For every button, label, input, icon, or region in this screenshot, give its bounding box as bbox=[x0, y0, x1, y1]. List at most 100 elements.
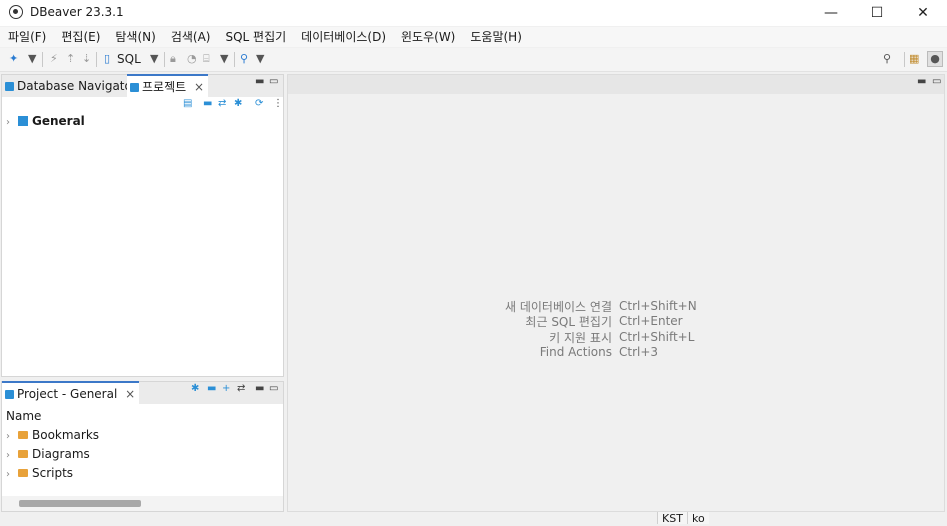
window-title: DBeaver 23.3.1 bbox=[30, 5, 124, 19]
sql-editor-icon[interactable]: ▯ bbox=[104, 52, 110, 66]
lock-icon[interactable]: 🔒︎ bbox=[170, 52, 176, 66]
tree-item-general[interactable]: › General bbox=[6, 112, 85, 130]
status-bar bbox=[0, 512, 947, 524]
perspective-icon[interactable]: ● bbox=[927, 51, 943, 67]
editor-tab-bar bbox=[288, 75, 944, 94]
menu-file[interactable]: 파일(F) bbox=[0, 27, 53, 47]
global-search-icon[interactable]: ⚲ bbox=[883, 52, 891, 66]
configure-icon[interactable]: ✱ bbox=[191, 383, 199, 394]
chevron-down-icon[interactable]: ▼ bbox=[28, 52, 36, 66]
scripts-folder-icon bbox=[18, 469, 28, 477]
link-editor-icon[interactable]: ⇄ bbox=[218, 98, 226, 109]
chevron-down-icon[interactable]: ▼ bbox=[256, 52, 264, 66]
hint-recent-sql-editor-shortcut: Ctrl+Enter bbox=[619, 314, 683, 328]
minimize-panel-icon[interactable]: ▬ bbox=[255, 76, 264, 87]
hint-show-key-assist: 키 지원 표시 bbox=[549, 331, 612, 345]
menu-help[interactable]: 도움말(H) bbox=[462, 27, 529, 47]
chevron-right-icon[interactable]: › bbox=[6, 447, 18, 465]
navigator-tab-bar: Database Navigator 프로젝트 × ▬ ▭ bbox=[2, 74, 283, 98]
editor-area: ▬ ▭ bbox=[287, 74, 945, 512]
tab-label: 프로젝트 bbox=[142, 80, 187, 94]
status-locale[interactable]: ko bbox=[687, 512, 709, 525]
tree-item-label: General bbox=[32, 114, 85, 128]
minimize-panel-icon[interactable]: ▬ bbox=[255, 383, 264, 394]
close-window-button[interactable]: ✕ bbox=[900, 0, 946, 26]
configure-icon[interactable]: ✱ bbox=[234, 98, 242, 109]
menu-navigate[interactable]: 탐색(N) bbox=[107, 27, 162, 47]
chevron-right-icon[interactable]: › bbox=[6, 114, 18, 132]
disconnect-icon[interactable]: ⚡ bbox=[50, 52, 58, 66]
list-item-label: Diagrams bbox=[32, 447, 90, 461]
maximize-panel-icon[interactable]: ▭ bbox=[269, 383, 278, 394]
menu-bar: 파일(F) 편집(E) 탐색(N) 검색(A) SQL 편집기 데이터베이스(D… bbox=[0, 27, 947, 47]
preferences-icon[interactable]: ▦ bbox=[909, 52, 919, 66]
toolbar-separator bbox=[96, 52, 97, 67]
chevron-right-icon[interactable]: › bbox=[6, 428, 18, 446]
scrollbar-thumb[interactable] bbox=[19, 500, 141, 507]
hint-new-connection-shortcut: Ctrl+Shift+N bbox=[619, 299, 697, 313]
project-icon bbox=[5, 390, 14, 399]
menu-database[interactable]: 데이터베이스(D) bbox=[293, 27, 393, 47]
new-project-icon[interactable]: ▤ bbox=[183, 98, 192, 109]
list-item-label: Bookmarks bbox=[32, 428, 100, 442]
hint-show-key-assist-shortcut: Ctrl+Shift+L bbox=[619, 330, 695, 344]
toolbar-separator bbox=[234, 52, 235, 67]
hint-find-actions-shortcut: Ctrl+3 bbox=[619, 345, 659, 359]
minimize-button[interactable]: — bbox=[808, 0, 854, 26]
toolbar-separator bbox=[42, 52, 43, 67]
new-connection-icon[interactable]: ✦ bbox=[9, 52, 18, 66]
maximize-button[interactable]: ☐ bbox=[854, 0, 900, 26]
toolbar-separator bbox=[164, 52, 165, 67]
maximize-editor-icon[interactable]: ▭ bbox=[932, 76, 941, 87]
tab-database-navigator[interactable]: Database Navigator bbox=[2, 75, 141, 97]
hint-find-actions: Find Actions bbox=[539, 345, 612, 359]
tab-label: Project - General bbox=[17, 387, 118, 401]
diagrams-folder-icon bbox=[18, 450, 28, 458]
menu-edit[interactable]: 편집(E) bbox=[53, 27, 107, 47]
hint-recent-sql-editor: 최근 SQL 편집기 bbox=[525, 315, 612, 329]
chevron-down-icon[interactable]: ▼ bbox=[220, 52, 228, 66]
search-icon[interactable]: ⚲ bbox=[240, 52, 248, 66]
main-toolbar: ✦ ▼ ⚡ ⇡ ⇣ ▯ SQL ▼ 🔒︎ ◔ ⌸ ▼ ⚲ ▼ ⚲ ▦ ● bbox=[0, 48, 947, 72]
sync-icon[interactable]: ⟳ bbox=[255, 98, 263, 109]
collapse-all-icon[interactable]: ▬ bbox=[203, 98, 212, 109]
navigator-panel: Database Navigator 프로젝트 × ▬ ▭ ▤ ▬ ⇄ ✱ ⟳ … bbox=[1, 74, 284, 377]
close-tab-icon[interactable]: × bbox=[194, 80, 204, 94]
close-tab-icon[interactable]: × bbox=[125, 387, 135, 401]
transaction-log-icon[interactable]: ◔ bbox=[187, 52, 197, 66]
title-bar: DBeaver 23.3.1 — ☐ ✕ bbox=[0, 0, 947, 26]
menu-search[interactable]: 검색(A) bbox=[163, 27, 218, 47]
tab-projects[interactable]: 프로젝트 × bbox=[127, 74, 209, 98]
collapse-all-icon[interactable]: ▬ bbox=[207, 383, 216, 394]
project-tab-bar: Project - General × ✱ ▬ + ⇄ ▬ ▭ bbox=[2, 381, 283, 405]
database-icon bbox=[5, 82, 14, 91]
column-header-name[interactable]: Name bbox=[6, 407, 41, 425]
rollback-icon[interactable]: ⇣ bbox=[82, 52, 91, 66]
chevron-down-icon[interactable]: ▼ bbox=[150, 52, 158, 66]
commit-icon[interactable]: ⇡ bbox=[66, 52, 75, 66]
list-item-bookmarks[interactable]: › Bookmarks bbox=[6, 426, 99, 444]
sql-button-label[interactable]: SQL bbox=[117, 52, 141, 66]
view-menu-icon[interactable]: ⋮ bbox=[273, 98, 283, 109]
list-item-diagrams[interactable]: › Diagrams bbox=[6, 445, 90, 463]
tab-label: Database Navigator bbox=[17, 79, 137, 93]
minimize-editor-icon[interactable]: ▬ bbox=[917, 76, 926, 87]
list-item-label: Scripts bbox=[32, 466, 74, 480]
schema-icon[interactable]: ⌸ bbox=[203, 52, 210, 66]
add-folder-icon[interactable]: + bbox=[222, 383, 230, 394]
link-editor-icon[interactable]: ⇄ bbox=[237, 383, 245, 394]
status-timezone[interactable]: KST bbox=[657, 512, 687, 525]
list-item-scripts[interactable]: › Scripts bbox=[6, 464, 73, 482]
dbeaver-logo-icon bbox=[9, 5, 23, 19]
menu-window[interactable]: 윈도우(W) bbox=[393, 27, 462, 47]
toolbar-separator bbox=[904, 52, 905, 67]
tab-project-general[interactable]: Project - General × bbox=[2, 381, 140, 405]
project-icon bbox=[18, 116, 28, 126]
menu-sql-editor[interactable]: SQL 편집기 bbox=[217, 27, 293, 47]
bookmarks-folder-icon bbox=[18, 431, 28, 439]
chevron-right-icon[interactable]: › bbox=[6, 466, 18, 484]
project-panel: Project - General × ✱ ▬ + ⇄ ▬ ▭ Name › Bo… bbox=[1, 381, 284, 512]
maximize-panel-icon[interactable]: ▭ bbox=[269, 76, 278, 87]
horizontal-scrollbar[interactable] bbox=[2, 496, 283, 511]
project-icon bbox=[130, 83, 139, 92]
